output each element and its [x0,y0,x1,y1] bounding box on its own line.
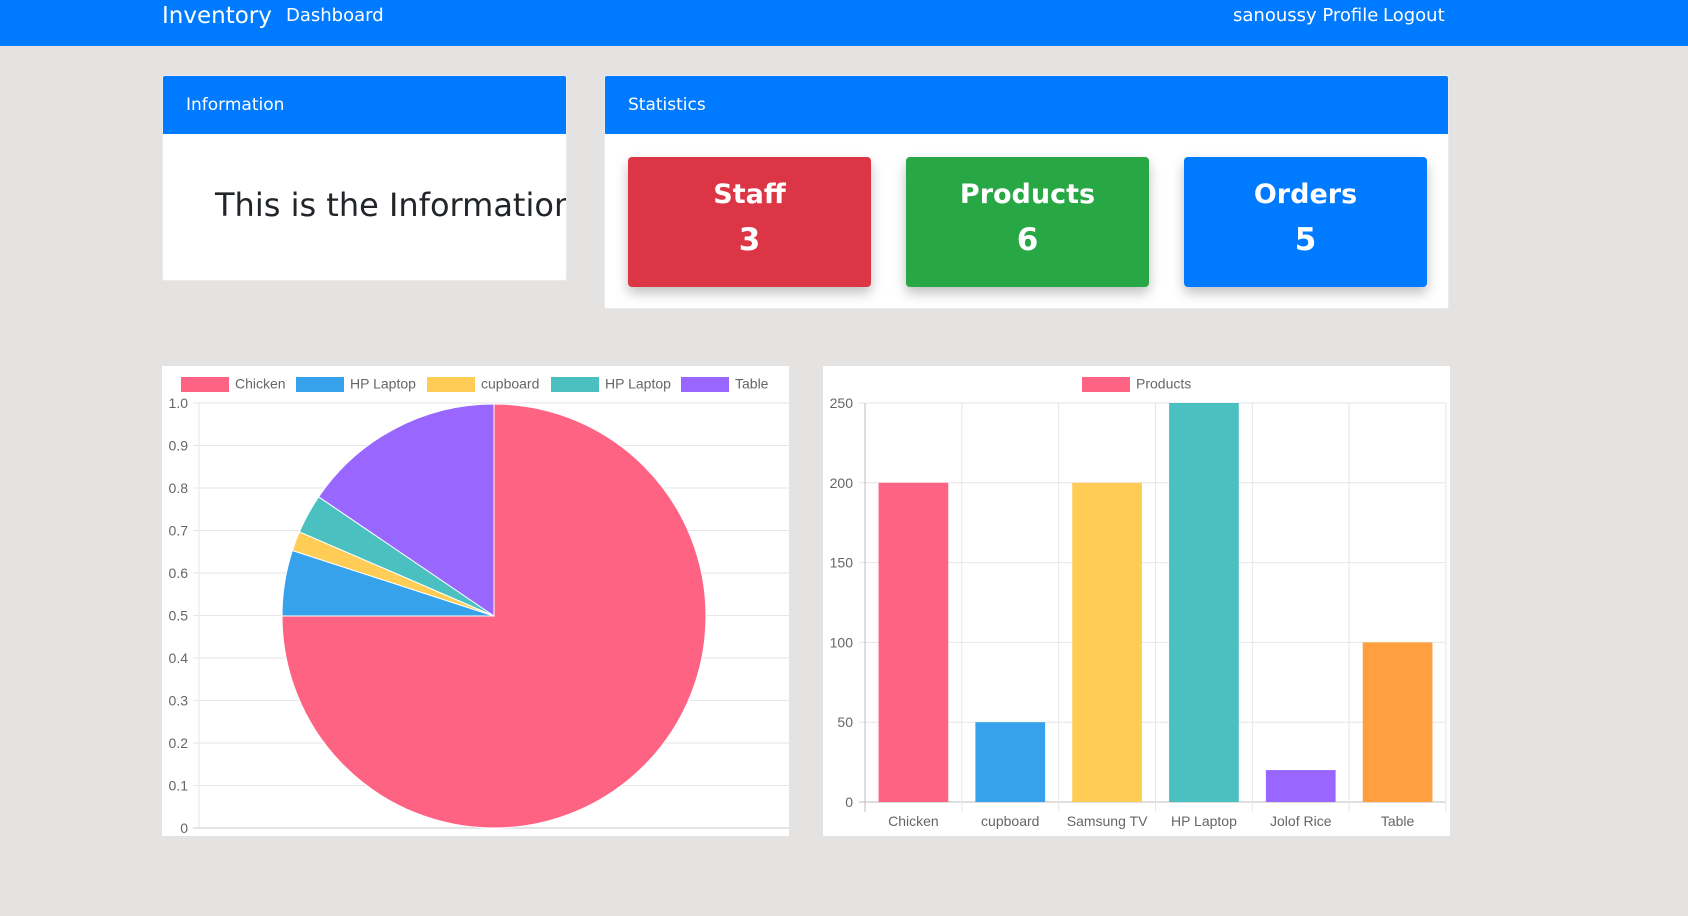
bar-category-label: HP Laptop [1171,813,1237,829]
pie-legend-swatch [551,377,599,392]
pie-y-tick-label: 1.0 [169,395,189,411]
bar-category-label: Jolof Rice [1270,813,1332,829]
pie-legend-label: Chicken [235,376,286,392]
bar-mark [1072,482,1142,802]
stat-products-label: Products [959,179,1096,210]
bar-y-tick-label: 100 [830,634,854,650]
bar-category-label: cupboard [981,813,1039,829]
bar-category-label: Samsung TV [1067,813,1148,829]
pie-y-tick-label: 0.3 [169,693,189,709]
pie-y-tick-label: 0.7 [169,523,189,539]
stat-orders-label: Orders [1253,179,1358,210]
pie-chart: Chicken HP Laptop cupboard HP Laptop Table 1.… [169,376,789,836]
pie-y-tick-label: 0.5 [169,608,189,624]
information-card: Information This is the Information [162,75,567,281]
pie-chart-panel: Chicken HP Laptop cupboard HP Laptop Table 1.… [162,366,789,836]
pie-y-tick-label: 0.6 [169,565,189,581]
bar-category-label: Table [1381,813,1415,829]
pie-legend-label: Table [735,376,769,392]
nav-profile-link[interactable]: sanoussy Profile [1233,4,1378,28]
information-text: This is the Information [215,186,567,224]
brand-link[interactable]: Inventory [162,1,272,31]
pie-y-tick-label: 0 [180,820,188,836]
stat-products-value: 6 [1016,222,1039,258]
pie-y-tick-label: 0.9 [169,438,189,454]
bar-y-tick-label: 50 [837,714,853,730]
stat-staff-value: 3 [738,222,761,258]
pie-y-tick-label: 0.2 [169,735,189,751]
pie-legend-swatch [427,377,475,392]
pie-legend-label: HP Laptop [605,376,671,392]
pie-legend-swatch [181,377,229,392]
nav-logout-link[interactable]: Logout [1383,4,1445,28]
pie-legend-label: HP Laptop [350,376,416,392]
bar-legend-swatch [1082,377,1130,392]
bar-chart-panel: Products 250 200 150 100 50 0 Chicken cupboard Sa… [823,366,1450,836]
stat-staff-box: Staff 3 [628,157,871,287]
top-navbar: Inventory Dashboard sanoussy Profile Log… [0,0,1688,46]
bar-mark [975,722,1046,802]
pie-legend-label: cupboard [481,376,539,392]
bar-legend-label: Products [1136,376,1191,392]
pie-y-tick-label: 0.4 [169,650,189,666]
stat-staff-label: Staff [713,179,786,210]
pie-legend-swatch [681,377,729,392]
bar-y-tick-label: 200 [830,475,854,491]
bar-category-label: Chicken [888,813,939,829]
pie-y-tick-label: 0.8 [169,480,189,496]
nav-dashboard-link[interactable]: Dashboard [286,4,384,28]
bar-chart: Products 250 200 150 100 50 0 Chicken cupboard Sa… [830,376,1447,829]
statistics-card: Statistics Staff 3 Products 6 Orders 5 [604,75,1449,309]
bar-y-tick-label: 150 [830,555,854,571]
pie-legend-swatch [296,377,344,392]
bar-mark [1362,642,1433,802]
information-card-header: Information [163,76,566,134]
bar-mark [1169,403,1239,802]
bar-y-tick-label: 250 [830,395,854,411]
bar-y-tick-label: 0 [845,794,853,810]
stat-orders-box: Orders 5 [1184,157,1427,287]
pie-y-tick-label: 0.1 [169,778,189,794]
statistics-card-header: Statistics [605,76,1448,134]
bar-mark [878,482,949,802]
stat-products-box: Products 6 [906,157,1149,287]
stat-orders-value: 5 [1294,222,1317,258]
bar-mark [1265,770,1336,802]
